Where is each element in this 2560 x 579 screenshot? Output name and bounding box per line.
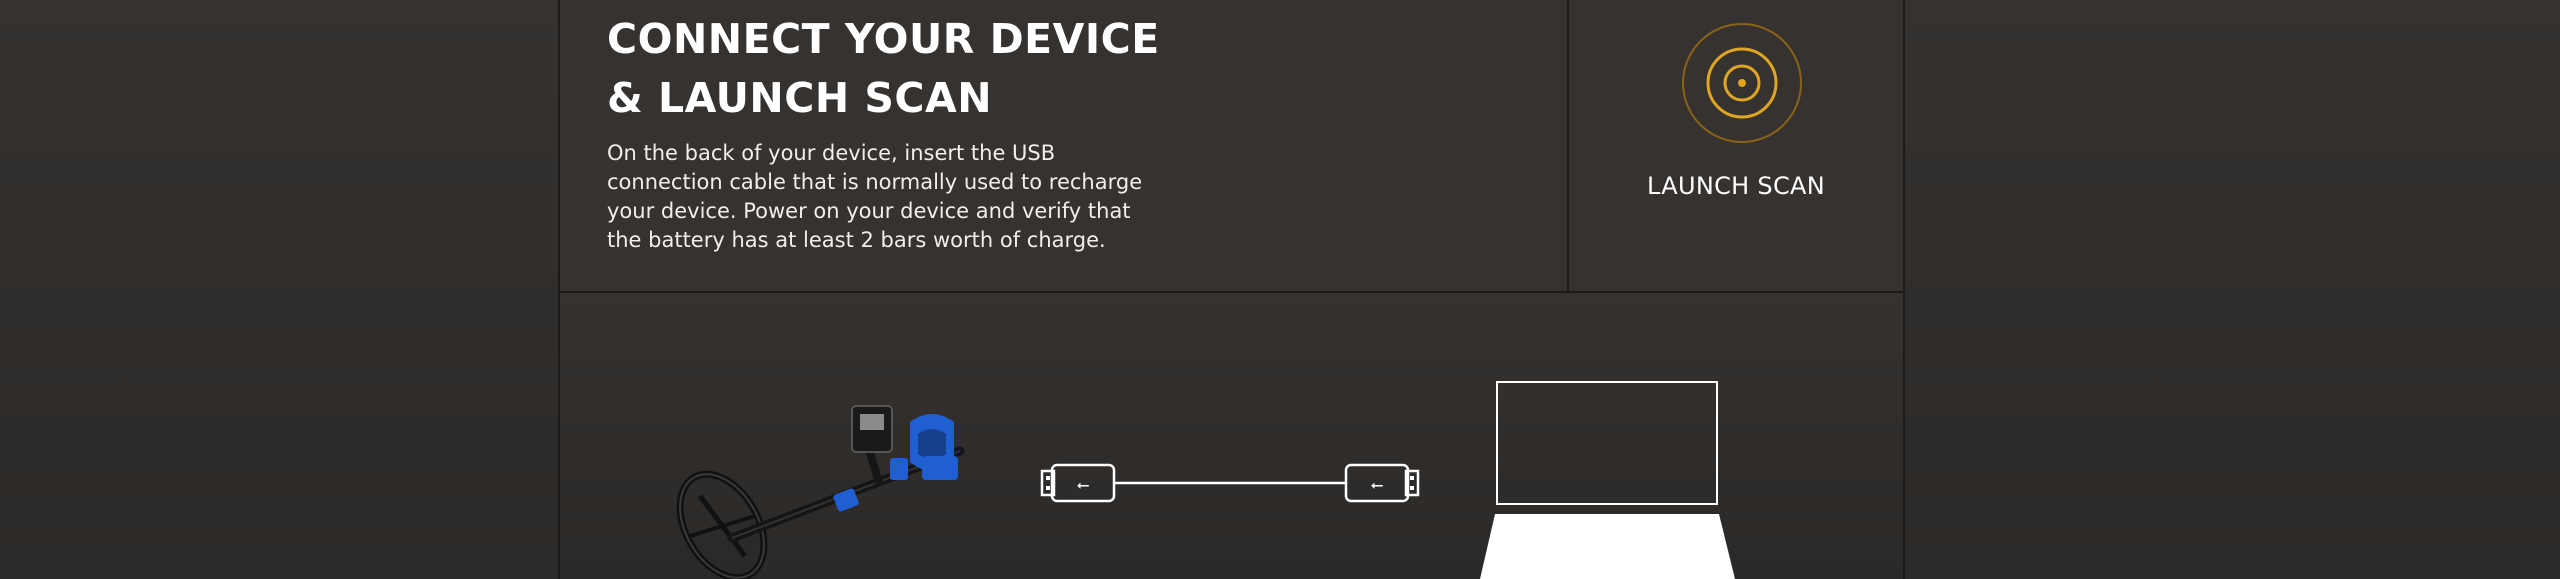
page-title: CONNECT YOUR DEVICE & LAUNCH SCAN [607, 10, 1367, 128]
connection-illustration: ⭠ ⭠ [560, 293, 1903, 579]
connect-header-row: CONNECT YOUR DEVICE & LAUNCH SCAN On the… [560, 0, 1903, 293]
connect-panel: CONNECT YOUR DEVICE & LAUNCH SCAN On the… [558, 0, 1905, 579]
page-title-line1: CONNECT YOUR DEVICE [607, 15, 1160, 63]
instructions-text: On the back of your device, insert the U… [607, 141, 1143, 252]
svg-text:⭠: ⭠ [1371, 475, 1384, 494]
launch-scan-button[interactable]: LAUNCH SCAN [1569, 0, 1903, 291]
page-title-line2: & LAUNCH SCAN [607, 74, 993, 122]
scan-target-icon [1682, 23, 1802, 143]
svg-text:⭠: ⭠ [1077, 475, 1090, 494]
launch-scan-label: LAUNCH SCAN [1647, 172, 1825, 200]
connect-instructions: CONNECT YOUR DEVICE & LAUNCH SCAN On the… [560, 0, 1569, 291]
usb-cable-icon: ⭠ ⭠ [1040, 463, 1420, 503]
metal-detector-icon [676, 405, 965, 579]
laptop-icon [1480, 381, 1735, 579]
